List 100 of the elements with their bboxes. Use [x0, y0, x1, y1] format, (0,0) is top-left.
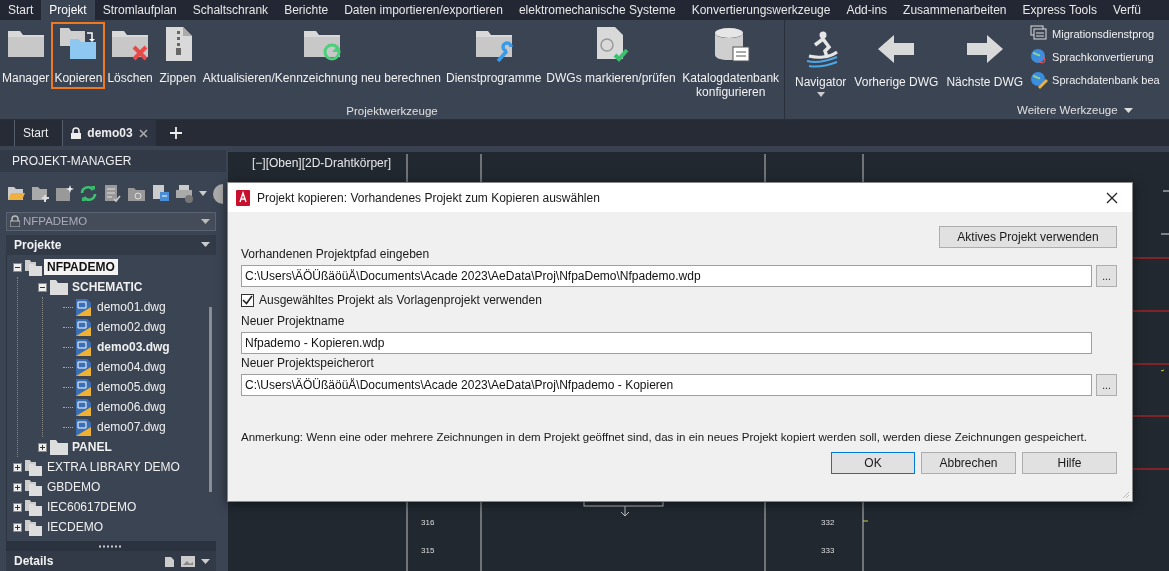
scrollbar-thumb[interactable]	[209, 307, 212, 493]
folder-add-icon	[31, 184, 50, 204]
dialog-button[interactable]: Hilfe	[1022, 452, 1117, 474]
project-icon	[24, 477, 43, 497]
checkbox[interactable]	[241, 293, 254, 307]
browse-button[interactable]: ...	[1096, 374, 1117, 396]
tree-item[interactable]: demo03.dwg	[94, 339, 173, 356]
text-field[interactable]: Nfpademo - Kopieren.wdp	[241, 332, 1092, 354]
field-label: Neuer Projektspeicherort	[241, 356, 375, 371]
ribbon-button[interactable]: Migrationsdienstprog	[1029, 23, 1160, 44]
panel-title: PROJEKT-MANAGER	[12, 153, 132, 168]
ribbon-button[interactable]: Löschen	[105, 23, 155, 88]
expand-icon[interactable]	[13, 522, 22, 532]
ribbon-button[interactable]: Aktualisieren/Kennzeichnung neu berechnen	[200, 23, 443, 88]
ribbon-tab[interactable]: Add-ins	[838, 0, 896, 20]
ribbon-button[interactable]: Nächste DWG	[944, 23, 1026, 92]
active-project-button[interactable]: Aktives Projekt verwenden	[939, 226, 1117, 248]
tree-item[interactable]: EXTRA LIBRARY DEMO	[44, 459, 183, 476]
drawing-file-icon	[74, 357, 93, 377]
ribbon-button[interactable]: DWGs markieren/prüfen	[544, 23, 678, 88]
browse-button[interactable]: ...	[1096, 265, 1117, 287]
expand-icon[interactable]	[13, 462, 22, 472]
expand-icon[interactable]	[13, 502, 22, 512]
expand-icon[interactable]	[13, 482, 22, 492]
toolbar-button[interactable]	[102, 183, 123, 205]
ribbon-button[interactable]: Kopieren	[52, 23, 105, 88]
ribbon-tab[interactable]: Berichte	[276, 0, 337, 20]
ribbon-tab[interactable]: Daten importieren/exportieren	[336, 0, 511, 20]
ribbon-button[interactable]: Dienstprogramme	[443, 23, 544, 88]
tree-item[interactable]: demo04.dwg	[94, 359, 169, 376]
ribbon-button[interactable]: Navigator	[793, 23, 849, 100]
text-field[interactable]: C:\Users\ÄÖÜßäöüÅ\Documents\Acade 2023\AeData\Proj\NfpaDemo\Nfpademo.wdp	[241, 265, 1092, 287]
drawing-file-icon	[74, 417, 93, 437]
caret-icon	[1123, 107, 1133, 113]
drawing-file-icon	[74, 377, 93, 397]
tree-item[interactable]: demo01.dwg	[94, 299, 169, 316]
ribbon-button[interactable]: Vorherige DWG	[852, 23, 941, 92]
tree-item[interactable]: IECDEMO	[44, 519, 106, 536]
project-dropdown[interactable]: NFPADEMO	[6, 211, 216, 231]
dialog-button[interactable]: Abbrechen	[921, 452, 1016, 474]
ribbon-tab[interactable]: Start	[0, 0, 42, 20]
caret-icon	[201, 242, 210, 248]
ribbon-tab[interactable]: Konvertierungswerkzeuge	[683, 0, 839, 20]
ribbon-button[interactable]: Zippen	[155, 23, 200, 88]
viewport-controls[interactable]: [−][Oben][2D-Drahtkörper]	[252, 156, 392, 170]
schematic-label: 333	[821, 546, 835, 555]
ribbon-tab[interactable]: Projekt	[41, 0, 95, 20]
drawing-file-icon	[74, 317, 93, 337]
tree-item[interactable]: IEC60617DEMO	[44, 499, 140, 516]
checkbox-label: Ausgewähltes Projekt als Vorlagenprojekt verwenden	[259, 293, 542, 307]
ribbon-tab[interactable]: elektromechanische Systeme	[510, 0, 684, 20]
expand-icon[interactable]	[38, 442, 47, 452]
ribbon-tab[interactable]: Zusammenarbeiten	[895, 0, 1015, 20]
tree-item[interactable]: SCHEMATIC	[69, 279, 146, 296]
ribbon-button[interactable]: Sprachkonvertierung	[1029, 46, 1160, 67]
tree-item[interactable]: demo05.dwg	[94, 379, 169, 396]
project-icon	[24, 517, 43, 537]
ribbon-button[interactable]: Katalogdatenbank konfigurieren	[678, 23, 783, 102]
tree-item[interactable]: GBDEMO	[44, 479, 104, 496]
tree-item[interactable]: NFPADEMO	[44, 259, 118, 276]
ribbon-button[interactable]: Sprachdatenbank bea	[1029, 69, 1160, 90]
check-icon	[242, 295, 253, 305]
folder-icon	[49, 277, 68, 297]
toolbar-button[interactable]	[174, 183, 195, 205]
printer-icon	[175, 184, 194, 204]
ribbon-tab[interactable]: Stromlaufplan	[94, 0, 185, 20]
ribbon-tab[interactable]: Schaltschrank	[184, 0, 277, 20]
document-arrow-icon	[151, 184, 170, 204]
caret-icon	[201, 218, 210, 224]
collapse-icon[interactable]	[38, 282, 47, 292]
panel-title-button[interactable]: Weitere Werkzeuge	[1017, 104, 1133, 116]
plus-icon	[169, 127, 182, 139]
schematic-label: 315	[421, 546, 435, 555]
ribbon-tab[interactable]: Express Tools	[1014, 0, 1105, 20]
folder-icon	[49, 437, 68, 457]
image-icon	[181, 555, 195, 567]
drawing-file-icon	[74, 337, 93, 357]
tree-item[interactable]: demo06.dwg	[94, 399, 169, 416]
ribbon-tab[interactable]: Verfü	[1104, 0, 1149, 20]
collapse-icon[interactable]	[13, 262, 22, 272]
toolbar-dropdown[interactable]	[198, 190, 208, 198]
dialog-title: Projekt kopieren: Vorhandenes Projekt zum Kopieren auswählen	[257, 190, 600, 205]
drawing-file-icon	[74, 397, 93, 417]
globe-pencil-icon	[1029, 69, 1050, 90]
lock-icon	[71, 127, 82, 139]
caret-icon	[816, 92, 825, 97]
resize-grip-icon	[99, 544, 123, 548]
app-icon	[236, 189, 250, 206]
document-icon	[164, 555, 175, 567]
dialog-button[interactable]: OK	[831, 452, 915, 474]
file-tab[interactable]: demo03	[62, 120, 156, 146]
panel-title: Projektwerkzeuge	[346, 104, 438, 117]
ribbon-button[interactable]: Manager	[0, 23, 52, 88]
text-field[interactable]: C:\Users\ÄÖÜßäöüÅ\Documents\Acade 2023\AeData\Proj\Nfpademo - Kopieren	[241, 374, 1092, 396]
tree-item[interactable]: demo02.dwg	[94, 319, 169, 336]
list-check-icon	[103, 184, 122, 204]
caret-icon	[201, 558, 210, 564]
image-star-icon	[55, 184, 74, 204]
tree-item[interactable]: demo07.dwg	[94, 419, 169, 436]
tree-item[interactable]: PANEL	[69, 439, 115, 456]
